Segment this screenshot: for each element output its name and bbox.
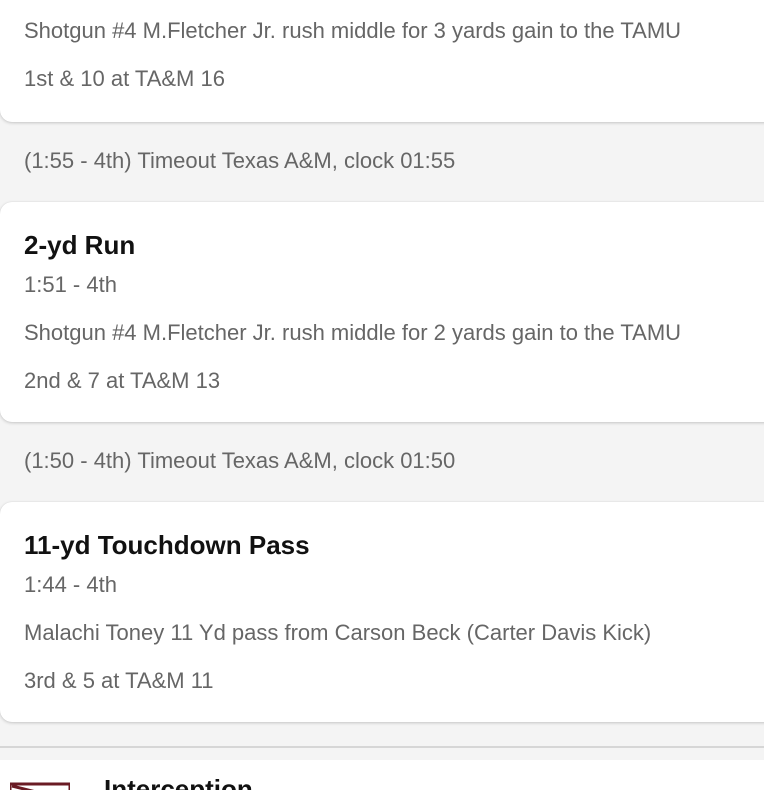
play-down-distance: 1st & 10 at TA&M 16: [24, 66, 225, 91]
drive-summary-title: Interception: [104, 774, 253, 790]
drive-summary-row[interactable]: Interception: [0, 760, 764, 790]
play-time: 1:44 - 4th: [24, 572, 117, 597]
play-card[interactable]: 11-yd Touchdown Pass 1:44 - 4th Malachi …: [0, 502, 764, 722]
team-logo-icon: [10, 782, 70, 790]
play-title: 11-yd Touchdown Pass: [24, 530, 310, 560]
play-description: Shotgun #4 M.Fletcher Jr. rush middle fo…: [24, 18, 682, 43]
section-divider: [0, 746, 764, 748]
play-title: 2-yd Run: [24, 230, 136, 260]
play-description: Malachi Toney 11 Yd pass from Carson Bec…: [24, 620, 652, 645]
play-time: 1:51 - 4th: [24, 272, 117, 297]
timeout-entry: (1:50 - 4th) Timeout Texas A&M, clock 01…: [24, 448, 456, 473]
play-down-distance: 3rd & 5 at TA&M 11: [24, 668, 214, 693]
timeout-entry: (1:55 - 4th) Timeout Texas A&M, clock 01…: [24, 148, 456, 173]
play-description: Shotgun #4 M.Fletcher Jr. rush middle fo…: [24, 320, 682, 345]
play-down-distance: 2nd & 7 at TA&M 13: [24, 368, 221, 393]
play-card[interactable]: 2-yd Run 1:51 - 4th Shotgun #4 M.Fletche…: [0, 202, 764, 422]
play-by-play-feed: Shotgun #4 M.Fletcher Jr. rush middle fo…: [0, 0, 764, 790]
play-card[interactable]: Shotgun #4 M.Fletcher Jr. rush middle fo…: [0, 0, 764, 122]
